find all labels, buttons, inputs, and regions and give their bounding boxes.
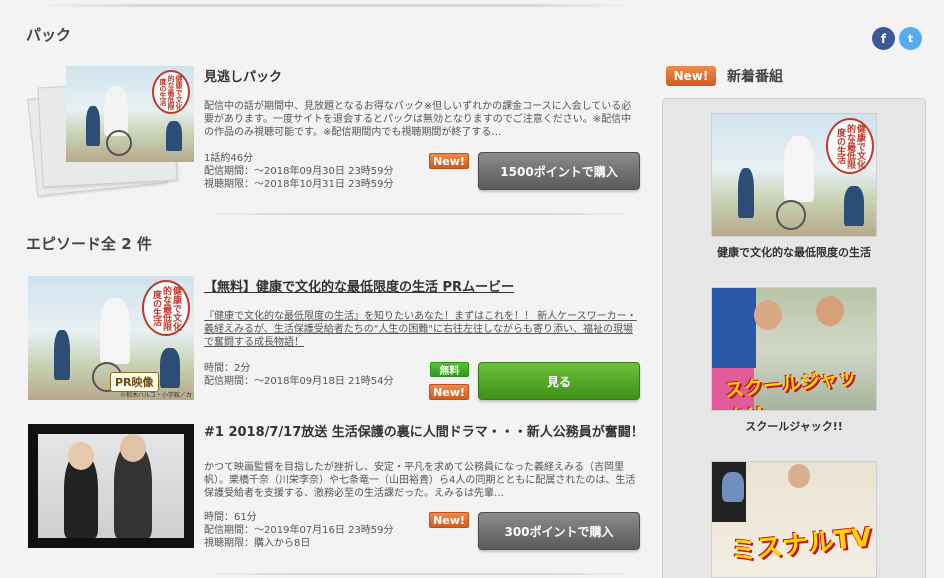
vase xyxy=(722,472,744,502)
person-face xyxy=(754,300,782,330)
episode-2-title[interactable]: #1 2018/7/17放送 生活保護の裏に人間ドラマ・・・新人公務員が奮闘！ xyxy=(204,424,644,441)
episode-1-title[interactable]: 【無料】健康で文化的な最低限度の生活 PRムービー xyxy=(204,276,514,295)
episode-1-watch-button[interactable]: 見る xyxy=(478,362,640,400)
sidebar-item-3-thumbnail[interactable]: ミスナルTV xyxy=(711,461,877,578)
episodes-section-title: エピソード全 2 件 xyxy=(26,235,152,253)
person-figure xyxy=(104,86,128,136)
episode-1-thumbnail[interactable]: 健康で文化的な最低限度の生活 PR映像 ©柏木ハルコ・小学館／カンテレ xyxy=(28,276,194,400)
person-figure xyxy=(86,106,100,146)
pack-description: 配信中の話が期間中、見放題となるお得なパック※但しいずれかの課金コースに入会して… xyxy=(204,101,632,138)
title-seal: 健康で文化的な最低限度の生活 xyxy=(142,280,190,336)
pack-thumbnail[interactable]: 健康で文化的な最低限度の生活 xyxy=(66,66,194,162)
scene-background xyxy=(38,434,184,538)
person-figure xyxy=(712,288,756,368)
twitter-icon[interactable]: t xyxy=(899,27,922,50)
person-face xyxy=(788,464,810,488)
episode-2-description: かつて映画監督を目指したが挫折し、安定・平凡を求めて公務員になった義経えみる（吉… xyxy=(204,462,636,499)
person-face xyxy=(816,296,844,326)
sidebar-title: 新着番組 xyxy=(727,69,783,85)
title-seal: 健康で文化的な最低限度の生活 xyxy=(152,70,190,114)
person-figure xyxy=(738,168,754,218)
episode-1-free-badge: 無料 xyxy=(430,362,469,377)
sidebar-item-2-caption[interactable]: スクールジャック!! xyxy=(662,418,926,434)
pack-section-title: パック xyxy=(26,26,72,44)
pack-count: 1話約46分 xyxy=(204,153,254,164)
person-figure xyxy=(100,298,130,364)
pack-view-period: 視聴期限：～2018年10月31日 23時59分 xyxy=(204,179,394,190)
episode-2-purchase-button[interactable]: 300ポイントで購入 xyxy=(478,512,640,550)
pr-video-overlay: PR映像 xyxy=(110,372,159,392)
sidebar-item-1-caption[interactable]: 健康で文化的な最低限度の生活 xyxy=(662,244,926,260)
section-divider xyxy=(200,573,640,575)
top-divider xyxy=(30,4,640,7)
pack-new-badge: New! xyxy=(429,153,469,169)
episode-1-new-badge: New! xyxy=(429,384,469,400)
person-figure xyxy=(54,330,70,380)
facebook-icon[interactable]: f xyxy=(872,27,895,50)
episode-2-new-badge: New! xyxy=(429,512,469,528)
person-figure xyxy=(160,348,180,388)
person-figure xyxy=(166,121,182,151)
episode-2-delivery-period: 配信期間：～2019年07月16日 23時59分 xyxy=(204,525,394,536)
episode-2-view-period: 視聴期限：購入から8日 xyxy=(204,538,311,549)
episode-1-description[interactable]: 『健康で文化的な最低限度の生活』を知りたいあなた！まずはこれを！！ 新人ケースワ… xyxy=(204,310,640,349)
episode-1-time: 時間：2分 xyxy=(204,363,251,374)
pack-delivery-period: 配信期間：～2018年09月30日 23時59分 xyxy=(204,166,394,177)
sidebar-item-1-thumbnail[interactable]: 健康で文化的な最低限度の生活 xyxy=(711,113,877,237)
person-face xyxy=(68,442,94,470)
misunaru-tv-logo: ミスナルTV xyxy=(729,522,874,568)
episode-1-delivery-period: 配信期間：～2018年09月18日 21時54分 xyxy=(204,376,394,387)
section-divider xyxy=(200,213,640,215)
bicycle-wheel xyxy=(106,130,132,156)
person-figure xyxy=(844,186,864,226)
pack-name[interactable]: 見逃しパック xyxy=(204,66,282,85)
bicycle-wheel xyxy=(776,200,806,230)
sidebar-new-label: New! xyxy=(666,66,716,86)
person-face xyxy=(120,434,146,462)
thumbnail-copyright: ©柏木ハルコ・小学館／カンテレ xyxy=(120,392,192,399)
person-figure xyxy=(784,136,814,202)
sidebar-item-2-thumbnail[interactable]: スクールジャック!! xyxy=(711,287,877,411)
episode-2-time: 時間：61分 xyxy=(204,512,257,523)
episode-2-thumbnail[interactable] xyxy=(28,424,194,548)
pack-purchase-button[interactable]: 1500ポイントで購入 xyxy=(478,152,640,190)
title-seal: 健康で文化的な最低限度の生活 xyxy=(826,118,874,174)
